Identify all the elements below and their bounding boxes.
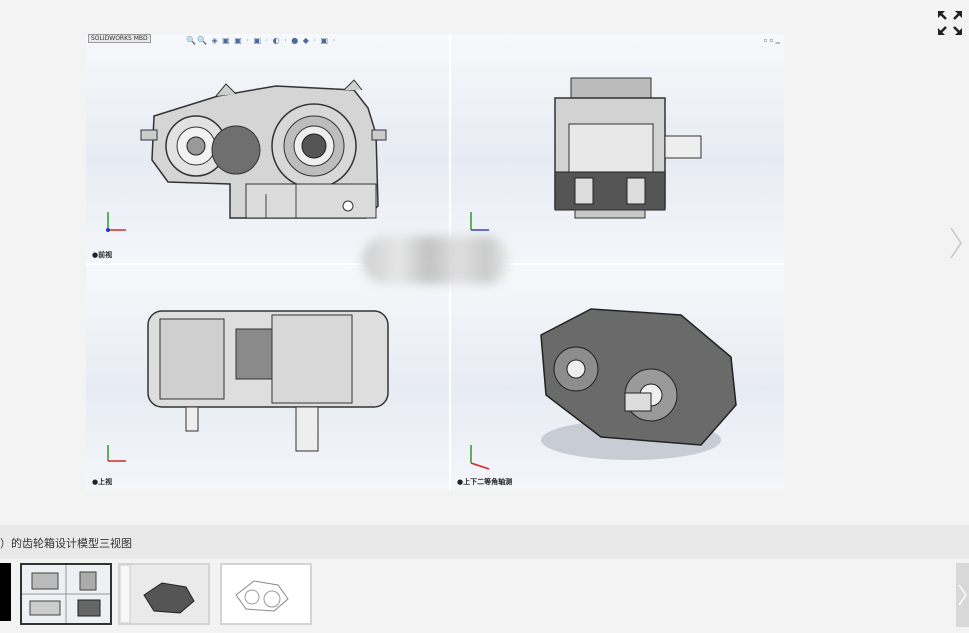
thumbnail-shaded-3d-image	[120, 565, 208, 623]
right-view-gearbox-drawing	[470, 77, 702, 231]
pane-right-view: ▫ ▫ ▁	[451, 34, 784, 263]
thumbnail-previous-partial[interactable]	[0, 563, 11, 621]
chevron-right-icon[interactable]	[949, 226, 963, 260]
thumbnail-strip	[0, 559, 969, 633]
expand-arrows-icon[interactable]	[935, 8, 965, 38]
chevron-right-icon	[958, 584, 967, 606]
thumbnail-wireframe-3d[interactable]	[220, 563, 312, 625]
thumbnail-four-view[interactable]	[20, 563, 112, 625]
pane-label-top: ●上视	[92, 478, 113, 486]
caption-bar: ）的齿轮箱设计模型三视图	[0, 525, 969, 559]
pane-label-front: ●前视	[92, 251, 113, 259]
solidworks-badge: SOLIDWORKS MBD	[88, 34, 151, 43]
isometric-gearbox-drawing	[470, 308, 737, 470]
front-view-gearbox-drawing	[106, 79, 387, 232]
pane-isometric-view: ●上下二等角轴测	[451, 265, 784, 490]
image-viewer: SOLIDWORKS MBD 🔍🔍 ◈ ▣ ▣ · ▣ · ◐ · ● ◆ · …	[0, 0, 969, 525]
pane-top-view: ●上视	[86, 265, 449, 490]
pane-front-view: SOLIDWORKS MBD 🔍🔍 ◈ ▣ ▣ · ▣ · ◐ · ● ◆ · …	[86, 34, 449, 263]
thumbnail-shaded-3d[interactable]	[118, 563, 210, 625]
pane-label-isometric: ●上下二等角轴测	[457, 478, 513, 486]
watermark-blur	[362, 236, 510, 284]
thumbnail-next-button[interactable]	[956, 563, 969, 627]
window-controls[interactable]: ▫ ▫ ▁	[763, 37, 780, 44]
top-view-gearbox-drawing	[107, 310, 389, 462]
view-toolbar[interactable]: 🔍🔍 ◈ ▣ ▣ · ▣ · ◐ · ● ◆ · ▣ ·	[186, 36, 336, 45]
image-caption: ）的齿轮箱设计模型三视图	[0, 537, 132, 550]
thumbnail-wireframe-3d-image	[222, 565, 300, 623]
thumbnail-four-view-image	[22, 565, 110, 623]
